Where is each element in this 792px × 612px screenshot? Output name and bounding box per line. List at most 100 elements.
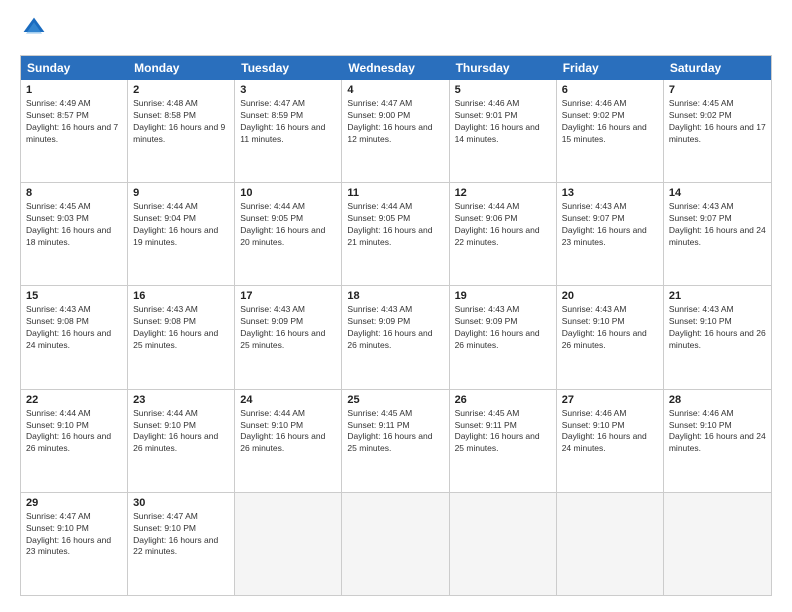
day-number-7: 7 (669, 84, 766, 96)
day-info-18: Sunrise: 4:43 AM Sunset: 9:09 PM Dayligh… (347, 304, 443, 352)
day-info-19: Sunrise: 4:43 AM Sunset: 9:09 PM Dayligh… (455, 304, 551, 352)
day-19: 19Sunrise: 4:43 AM Sunset: 9:09 PM Dayli… (450, 286, 557, 388)
day-24: 24 Sunrise: 4:44 AM Sunset: 9:10 PM Dayli… (235, 390, 342, 492)
day-number-8: 8 (26, 187, 122, 199)
header-wednesday: Wednesday (342, 56, 449, 80)
day-number-17: 17 (240, 290, 336, 302)
empty-cell-4-4 (450, 493, 557, 595)
day-info-29: Sunrise: 4:47 AM Sunset: 9:10 PM Dayligh… (26, 511, 122, 559)
day-29: 29 Sunrise: 4:47 AM Sunset: 9:10 PM Dayli… (21, 493, 128, 595)
day-info-25: Sunrise: 4:45 AM Sunset: 9:11 PM Dayligh… (347, 408, 443, 456)
day-number-15: 15 (26, 290, 122, 302)
day-12: 12 Sunrise: 4:44 AM Sunset: 9:06 PM Dayli… (450, 183, 557, 285)
day-info-6: Sunrise: 4:46 AM Sunset: 9:02 PM Dayligh… (562, 98, 658, 146)
day-9: 9Sunrise: 4:44 AM Sunset: 9:04 PM Daylig… (128, 183, 235, 285)
day-number-6: 6 (562, 84, 658, 96)
calendar-header: Sunday Monday Tuesday Wednesday Thursday… (21, 56, 771, 80)
day-info-10: Sunrise: 4:44 AM Sunset: 9:05 PM Dayligh… (240, 201, 336, 249)
day-info-16: Sunrise: 4:43 AM Sunset: 9:08 PM Dayligh… (133, 304, 229, 352)
day-info-20: Sunrise: 4:43 AM Sunset: 9:10 PM Dayligh… (562, 304, 658, 352)
day-number-27: 27 (562, 394, 658, 406)
day-number-29: 29 (26, 497, 122, 509)
day-27: 27Sunrise: 4:46 AM Sunset: 9:10 PM Dayli… (557, 390, 664, 492)
day-2: 2 Sunrise: 4:48 AM Sunset: 8:58 PM Daylig… (128, 80, 235, 182)
day-number-18: 18 (347, 290, 443, 302)
day-number-14: 14 (669, 187, 766, 199)
day-info-11: Sunrise: 4:44 AM Sunset: 9:05 PM Dayligh… (347, 201, 443, 249)
day-number-11: 11 (347, 187, 443, 199)
header-friday: Friday (557, 56, 664, 80)
day-1: 1 Sunrise: 4:49 AM Sunset: 8:57 PM Daylig… (21, 80, 128, 182)
day-number-24: 24 (240, 394, 336, 406)
day-15: 15 Sunrise: 4:43 AM Sunset: 9:08 PM Dayli… (21, 286, 128, 388)
day-25: 25 Sunrise: 4:45 AM Sunset: 9:11 PM Dayli… (342, 390, 449, 492)
day-number-25: 25 (347, 394, 443, 406)
calendar-body: 1 Sunrise: 4:49 AM Sunset: 8:57 PM Daylig… (21, 80, 771, 595)
day-6: 6 Sunrise: 4:46 AM Sunset: 9:02 PM Daylig… (557, 80, 664, 182)
day-info-2: Sunrise: 4:48 AM Sunset: 8:58 PM Dayligh… (133, 98, 229, 146)
day-info-22: Sunrise: 4:44 AM Sunset: 9:10 PM Dayligh… (26, 408, 122, 456)
day-info-8: Sunrise: 4:45 AM Sunset: 9:03 PM Dayligh… (26, 201, 122, 249)
day-30: 30Sunrise: 4:47 AM Sunset: 9:10 PM Dayli… (128, 493, 235, 595)
day-info-13: Sunrise: 4:43 AM Sunset: 9:07 PM Dayligh… (562, 201, 658, 249)
day-info-15: Sunrise: 4:43 AM Sunset: 9:08 PM Dayligh… (26, 304, 122, 352)
day-5: 5Sunrise: 4:46 AM Sunset: 9:01 PM Daylig… (450, 80, 557, 182)
day-22: 22Sunrise: 4:44 AM Sunset: 9:10 PM Dayli… (21, 390, 128, 492)
day-info-21: Sunrise: 4:43 AM Sunset: 9:10 PM Dayligh… (669, 304, 766, 352)
day-info-24: Sunrise: 4:44 AM Sunset: 9:10 PM Dayligh… (240, 408, 336, 456)
day-14: 14 Sunrise: 4:43 AM Sunset: 9:07 PM Dayli… (664, 183, 771, 285)
day-4: 4Sunrise: 4:47 AM Sunset: 9:00 PM Daylig… (342, 80, 449, 182)
week-row-2: 8 Sunrise: 4:45 AM Sunset: 9:03 PM Daylig… (21, 183, 771, 286)
day-info-7: Sunrise: 4:45 AM Sunset: 9:02 PM Dayligh… (669, 98, 766, 146)
day-info-3: Sunrise: 4:47 AM Sunset: 8:59 PM Dayligh… (240, 98, 336, 146)
day-number-10: 10 (240, 187, 336, 199)
day-number-13: 13 (562, 187, 658, 199)
day-info-14: Sunrise: 4:43 AM Sunset: 9:07 PM Dayligh… (669, 201, 766, 249)
day-21: 21 Sunrise: 4:43 AM Sunset: 9:10 PM Dayli… (664, 286, 771, 388)
day-info-28: Sunrise: 4:46 AM Sunset: 9:10 PM Dayligh… (669, 408, 766, 456)
week-row-4: 22Sunrise: 4:44 AM Sunset: 9:10 PM Dayli… (21, 390, 771, 493)
week-row-1: 1 Sunrise: 4:49 AM Sunset: 8:57 PM Daylig… (21, 80, 771, 183)
day-28: 28Sunrise: 4:46 AM Sunset: 9:10 PM Dayli… (664, 390, 771, 492)
day-16: 16 Sunrise: 4:43 AM Sunset: 9:08 PM Dayli… (128, 286, 235, 388)
day-13: 13 Sunrise: 4:43 AM Sunset: 9:07 PM Dayli… (557, 183, 664, 285)
day-23: 23Sunrise: 4:44 AM Sunset: 9:10 PM Dayli… (128, 390, 235, 492)
day-info-23: Sunrise: 4:44 AM Sunset: 9:10 PM Dayligh… (133, 408, 229, 456)
day-number-1: 1 (26, 84, 122, 96)
logo-icon (22, 16, 46, 40)
week-row-3: 15 Sunrise: 4:43 AM Sunset: 9:08 PM Dayli… (21, 286, 771, 389)
day-info-12: Sunrise: 4:44 AM Sunset: 9:06 PM Dayligh… (455, 201, 551, 249)
empty-cell-4-6 (664, 493, 771, 595)
calendar: Sunday Monday Tuesday Wednesday Thursday… (20, 55, 772, 596)
day-18: 18 Sunrise: 4:43 AM Sunset: 9:09 PM Dayli… (342, 286, 449, 388)
day-26: 26 Sunrise: 4:45 AM Sunset: 9:11 PM Dayli… (450, 390, 557, 492)
header-saturday: Saturday (664, 56, 771, 80)
day-11: 11 Sunrise: 4:44 AM Sunset: 9:05 PM Dayli… (342, 183, 449, 285)
day-number-16: 16 (133, 290, 229, 302)
day-number-4: 4 (347, 84, 443, 96)
day-number-3: 3 (240, 84, 336, 96)
day-number-5: 5 (455, 84, 551, 96)
day-8: 8 Sunrise: 4:45 AM Sunset: 9:03 PM Daylig… (21, 183, 128, 285)
day-info-17: Sunrise: 4:43 AM Sunset: 9:09 PM Dayligh… (240, 304, 336, 352)
empty-cell-4-3 (342, 493, 449, 595)
day-info-1: Sunrise: 4:49 AM Sunset: 8:57 PM Dayligh… (26, 98, 122, 146)
day-17: 17 Sunrise: 4:43 AM Sunset: 9:09 PM Dayli… (235, 286, 342, 388)
header-sunday: Sunday (21, 56, 128, 80)
day-number-12: 12 (455, 187, 551, 199)
day-info-30: Sunrise: 4:47 AM Sunset: 9:10 PM Dayligh… (133, 511, 229, 559)
day-number-26: 26 (455, 394, 551, 406)
page: Sunday Monday Tuesday Wednesday Thursday… (0, 0, 792, 612)
header-monday: Monday (128, 56, 235, 80)
day-7: 7 Sunrise: 4:45 AM Sunset: 9:02 PM Daylig… (664, 80, 771, 182)
empty-cell-4-2 (235, 493, 342, 595)
logo (20, 16, 46, 45)
day-20: 20 Sunrise: 4:43 AM Sunset: 9:10 PM Dayli… (557, 286, 664, 388)
day-number-21: 21 (669, 290, 766, 302)
day-number-20: 20 (562, 290, 658, 302)
day-10: 10 Sunrise: 4:44 AM Sunset: 9:05 PM Dayli… (235, 183, 342, 285)
day-info-9: Sunrise: 4:44 AM Sunset: 9:04 PM Dayligh… (133, 201, 229, 249)
header (20, 16, 772, 45)
day-info-26: Sunrise: 4:45 AM Sunset: 9:11 PM Dayligh… (455, 408, 551, 456)
day-number-2: 2 (133, 84, 229, 96)
